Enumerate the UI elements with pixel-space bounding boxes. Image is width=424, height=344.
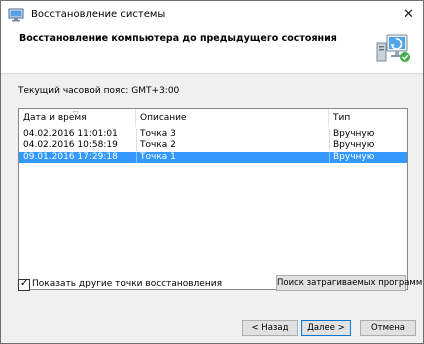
close-icon: ✕ (403, 7, 414, 22)
row-type: Вручную (333, 140, 375, 150)
cancel-button[interactable]: Отмена (360, 320, 416, 336)
back-button[interactable]: < Назад (242, 320, 298, 336)
content-panel: Текущий часовой пояс: GMT+3:00 Дата и вр… (1, 73, 423, 309)
system-restore-window: Восстановление системы ✕ Восстановление … (0, 0, 424, 344)
next-button[interactable]: Далее > (301, 320, 351, 336)
sort-arrow-icon: ▽ (73, 110, 79, 118)
table-row[interactable]: 04.02.2016 10:58:19 Точка 2 Вручную (19, 140, 407, 151)
column-header-type[interactable]: Тип (329, 109, 407, 127)
system-restore-monitor-icon (375, 29, 415, 67)
close-button[interactable]: ✕ (393, 1, 423, 29)
row-type: Вручную (333, 129, 375, 139)
row-type: Вручную (333, 152, 375, 162)
scan-affected-programs-button[interactable]: Поиск затрагиваемых программ (276, 275, 422, 291)
page-title: Восстановление компьютера до предыдущего… (19, 33, 337, 44)
column-header-description-label: Описание (140, 113, 187, 123)
column-header-type-label: Тип (333, 113, 351, 123)
row-description: Точка 3 (140, 129, 176, 139)
show-more-label[interactable]: Показать другие точки восстановления (32, 279, 222, 289)
show-more-checkbox[interactable]: ✓ (18, 278, 30, 291)
system-restore-icon (8, 8, 24, 22)
table-row-selected[interactable]: 09.01.2016 17:29:18 Точка 1 Вручную (19, 152, 407, 163)
column-header-description[interactable]: Описание (136, 109, 329, 127)
row-date: 09.01.2016 17:29:18 (23, 152, 118, 162)
wizard-footer: < Назад Далее > Отмена (1, 308, 423, 343)
column-header-date[interactable]: Дата и время ▽ (19, 109, 136, 127)
table-row[interactable]: 04.02.2016 11:01:01 Точка 3 Вручную (19, 129, 407, 140)
restore-points-table[interactable]: Дата и время ▽ Описание Тип 04.02.2016 1… (18, 108, 408, 290)
row-description: Точка 2 (140, 140, 176, 150)
window-title: Восстановление системы (31, 9, 166, 20)
timezone-label: Текущий часовой пояс: GMT+3:00 (18, 86, 180, 96)
wizard-header: Восстановление компьютера до предыдущего… (1, 29, 423, 73)
table-header: Дата и время ▽ Описание Тип (19, 109, 407, 127)
row-date: 04.02.2016 10:58:19 (23, 140, 118, 150)
row-date: 04.02.2016 11:01:01 (23, 129, 118, 139)
title-bar: Восстановление системы ✕ (1, 1, 423, 29)
row-description: Точка 1 (140, 152, 176, 162)
checkmark-icon: ✓ (20, 278, 29, 289)
